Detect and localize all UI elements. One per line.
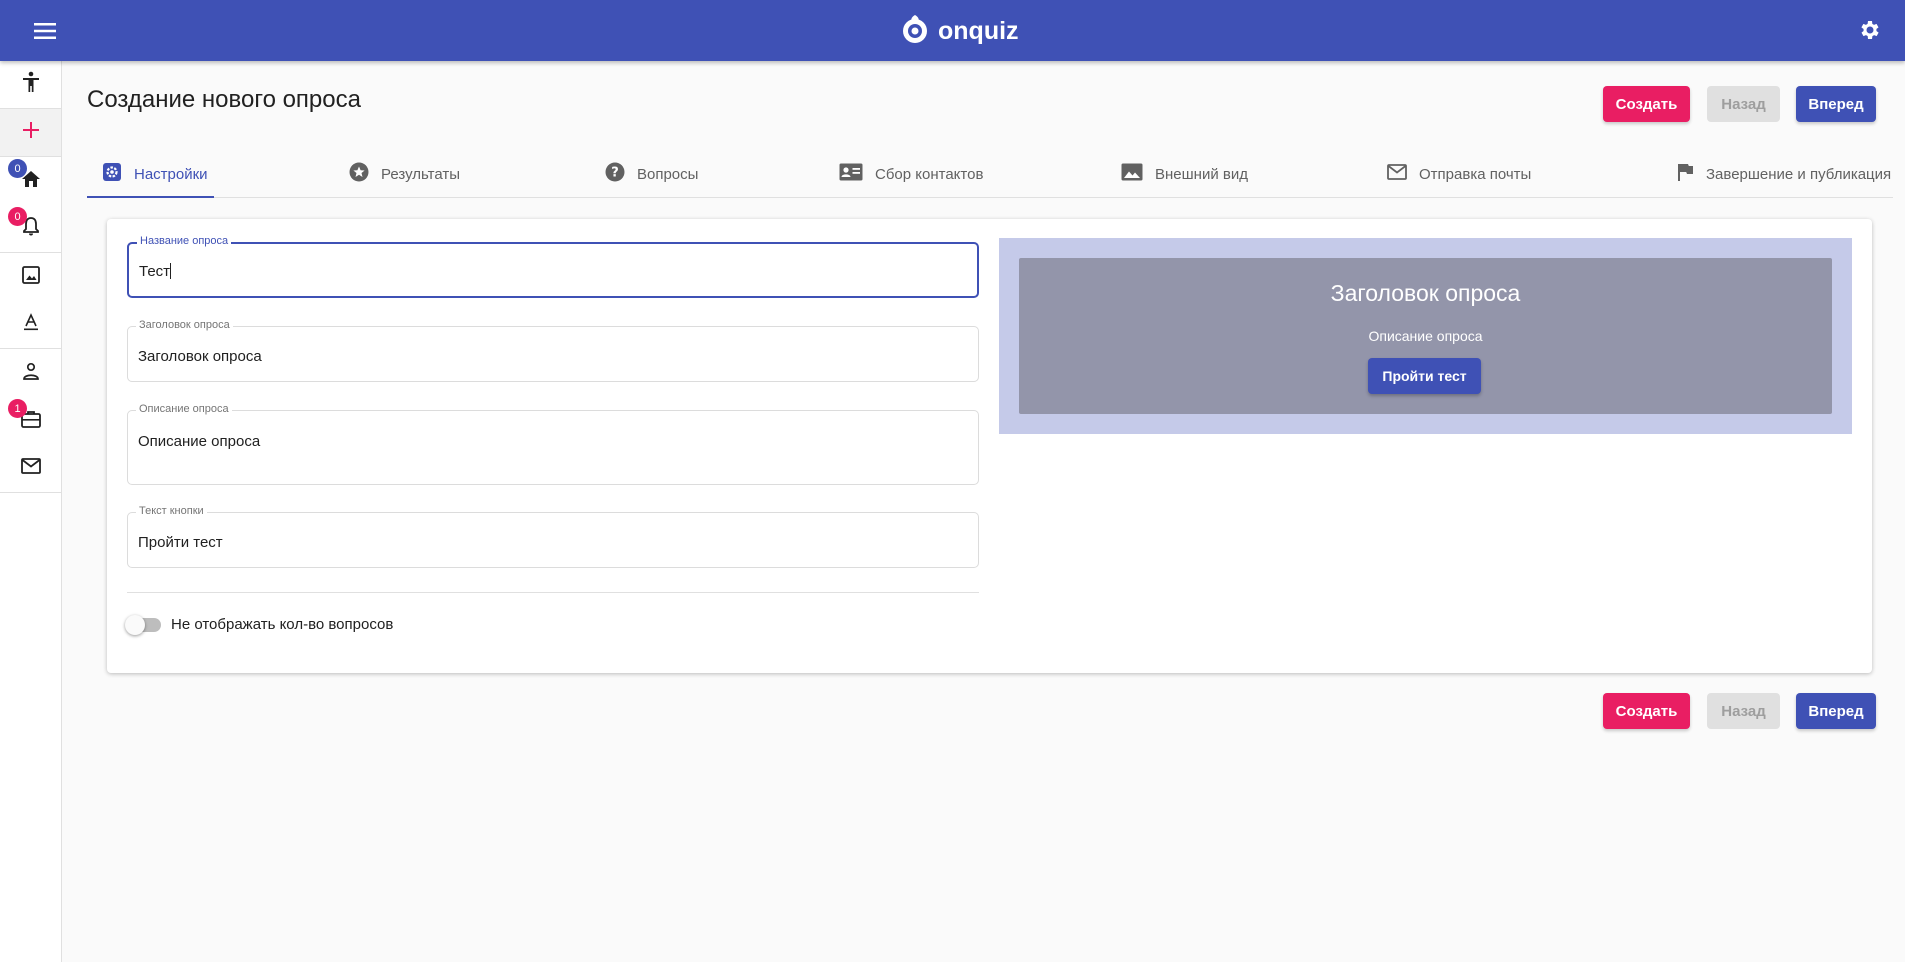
sidebar-item-create[interactable] [0, 109, 61, 157]
survey-description-field[interactable]: Описание опроса Описание опроса [127, 403, 979, 485]
accessibility-icon [21, 71, 41, 98]
sidebar-item-mail[interactable] [0, 445, 61, 493]
sidebar-item-notifications[interactable]: 0 [0, 205, 61, 253]
contact-card-icon [839, 163, 863, 185]
tab-mailing[interactable]: Отправка почты [1387, 150, 1531, 198]
tab-appearance-label: Внешний вид [1155, 165, 1248, 183]
page-title: Создание нового опроса [87, 86, 361, 113]
settings-card: Название опроса Тест Заголовок опроса За… [107, 219, 1872, 673]
help-circle-icon: ? [605, 162, 625, 186]
survey-preview: Заголовок опроса Описание опроса Пройти … [999, 238, 1852, 434]
survey-heading-field[interactable]: Заголовок опроса Заголовок опроса [127, 319, 979, 382]
tab-settings-label: Настройки [134, 165, 208, 183]
survey-description-label: Описание опроса [136, 403, 232, 415]
create-button[interactable]: Создать [1603, 86, 1690, 122]
sidebar-item-work[interactable]: 1 [0, 397, 61, 445]
gear-icon[interactable] [1855, 15, 1885, 45]
preview-banner: Заголовок опроса Описание опроса Пройти … [1019, 258, 1832, 414]
flag-icon [1676, 162, 1694, 186]
tab-mailing-label: Отправка почты [1419, 165, 1532, 183]
sidebar: 0 0 1 [0, 61, 62, 962]
toggle-thumb [125, 614, 145, 635]
text-caret [170, 263, 172, 279]
mail-icon [1387, 164, 1407, 184]
back-button-bottom[interactable]: Назад [1707, 693, 1780, 729]
mail-icon [20, 458, 41, 479]
tab-settings[interactable]: Настройки [102, 150, 208, 198]
brand-logo[interactable]: onquiz [900, 13, 1019, 49]
forward-button[interactable]: Вперед [1796, 86, 1876, 122]
tab-contacts-label: Сбор контактов [875, 165, 984, 183]
survey-heading-input[interactable]: Заголовок опроса [138, 348, 262, 365]
tab-appearance[interactable]: Внешний вид [1121, 150, 1248, 198]
tab-publish[interactable]: Завершение и публикация [1676, 150, 1891, 198]
image-icon [1121, 163, 1143, 185]
button-text-label: Текст кнопки [136, 505, 207, 517]
survey-heading-label: Заголовок опроса [136, 319, 233, 331]
work-count-badge: 1 [8, 399, 27, 418]
hide-question-count-label: Не отображать кол-во вопросов [171, 616, 394, 633]
tab-publish-label: Завершение и публикация [1706, 165, 1892, 183]
svg-text:?: ? [611, 166, 619, 181]
create-button-bottom[interactable]: Создать [1603, 693, 1690, 729]
button-text-input[interactable]: Пройти тест [138, 534, 223, 551]
sidebar-item-accessibility[interactable] [0, 61, 61, 109]
brand-name: onquiz [938, 16, 1019, 45]
settings-box-icon [102, 162, 122, 186]
back-button[interactable]: Назад [1707, 86, 1780, 122]
star-circle-icon [349, 162, 369, 186]
survey-name-label: Название опроса [137, 235, 232, 247]
tab-results-label: Результаты [381, 165, 460, 183]
plus-icon [22, 121, 40, 144]
forward-button-bottom[interactable]: Вперед [1796, 693, 1876, 729]
sidebar-item-profile[interactable] [0, 349, 61, 397]
tab-contacts[interactable]: Сбор контактов [839, 150, 983, 198]
sidebar-item-home[interactable]: 0 [0, 157, 61, 205]
survey-name-field[interactable]: Название опроса Тест [127, 235, 979, 298]
tab-questions[interactable]: ? Вопросы [605, 150, 698, 198]
home-count-badge: 0 [8, 159, 27, 178]
notifications-count-badge: 0 [8, 207, 27, 226]
image-icon [21, 265, 40, 289]
sidebar-item-media[interactable] [0, 253, 61, 301]
sidebar-item-text[interactable] [0, 301, 61, 349]
tab-results[interactable]: Результаты [349, 150, 460, 198]
tab-questions-label: Вопросы [637, 165, 699, 183]
survey-description-input[interactable]: Описание опроса [138, 433, 260, 450]
button-text-field[interactable]: Текст кнопки Пройти тест [127, 505, 979, 568]
person-icon [22, 362, 40, 385]
section-tabs: Настройки Результаты ? Вопросы Сбор конт… [87, 150, 1893, 198]
active-tab-indicator [87, 196, 214, 198]
onquiz-logo-icon [900, 13, 930, 50]
preview-description: Описание опроса [1368, 328, 1483, 344]
form-divider [127, 592, 979, 593]
top-app-bar: onquiz [0, 0, 1905, 61]
preview-title: Заголовок опроса [1330, 280, 1521, 306]
hide-question-count-toggle[interactable]: Не отображать кол-во вопросов [125, 614, 394, 635]
preview-start-button[interactable]: Пройти тест [1368, 358, 1481, 394]
menu-icon[interactable] [30, 18, 60, 44]
survey-name-input[interactable]: Тест [139, 263, 172, 280]
text-format-icon [22, 313, 40, 336]
toggle-switch[interactable] [125, 614, 161, 635]
